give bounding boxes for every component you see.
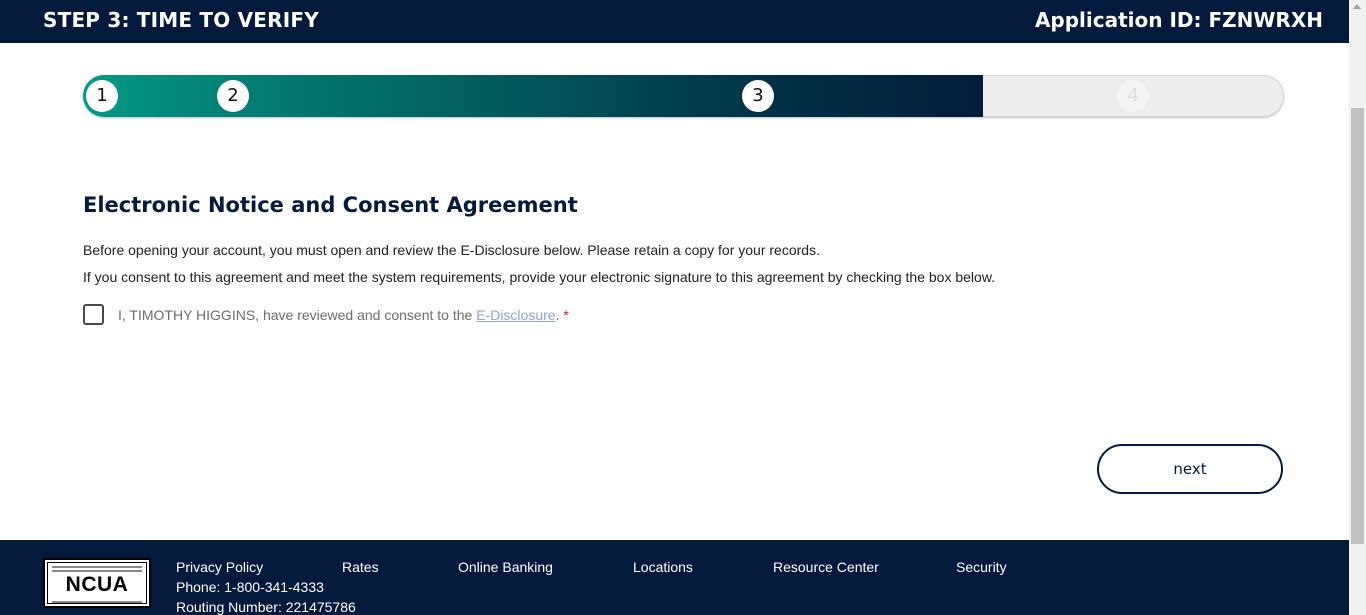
ncua-logo: NCUA bbox=[43, 558, 151, 608]
application-id: Application ID: FZNWRXH bbox=[1034, 8, 1323, 32]
step-title: STEP 3: TIME TO VERIFY bbox=[43, 8, 319, 32]
page-scrollbar[interactable] bbox=[1349, 0, 1366, 615]
top-header: STEP 3: TIME TO VERIFY Application ID: F… bbox=[0, 0, 1349, 43]
footer-link-locations[interactable]: Locations bbox=[633, 559, 693, 575]
e-disclosure-link[interactable]: E-Disclosure bbox=[476, 307, 555, 323]
progress-step-3: 3 bbox=[742, 80, 774, 112]
ncua-logo-text: NCUA bbox=[65, 573, 129, 596]
consent-row: I, TIMOTHY HIGGINS, have reviewed and co… bbox=[83, 304, 569, 325]
consent-label: I, TIMOTHY HIGGINS, have reviewed and co… bbox=[118, 307, 569, 323]
logo-fine-print-bottom bbox=[52, 601, 142, 603]
page-title: Electronic Notice and Consent Agreement bbox=[83, 193, 578, 217]
consent-prefix: I, TIMOTHY HIGGINS, have reviewed and co… bbox=[118, 306, 477, 323]
consent-suffix: . bbox=[555, 306, 560, 323]
logo-fine-print-top bbox=[52, 566, 142, 568]
consent-checkbox[interactable] bbox=[83, 304, 104, 325]
progress-step-2: 2 bbox=[217, 80, 249, 112]
footer-link-privacy-policy[interactable]: Privacy Policy bbox=[176, 559, 263, 575]
footer-link-resource-center[interactable]: Resource Center bbox=[773, 559, 879, 575]
progress-step-4: 4 bbox=[1117, 80, 1149, 112]
footer: NCUA Privacy Policy Rates Online Banking… bbox=[0, 540, 1349, 615]
instruction-paragraph-2: If you consent to this agreement and mee… bbox=[83, 269, 996, 285]
scrollbar-thumb[interactable] bbox=[1351, 108, 1364, 544]
footer-link-security[interactable]: Security bbox=[956, 559, 1007, 575]
scroll-up-arrow-icon[interactable] bbox=[1353, 4, 1361, 9]
progress-step-1: 1 bbox=[86, 80, 118, 112]
instruction-paragraph-1: Before opening your account, you must op… bbox=[83, 242, 820, 258]
next-button[interactable]: next bbox=[1097, 444, 1283, 494]
footer-phone: Phone: 1-800-341-4333 bbox=[176, 579, 324, 595]
footer-link-online-banking[interactable]: Online Banking bbox=[458, 559, 553, 575]
logo-fine-print-top-2 bbox=[52, 570, 142, 572]
progress-bar: 1 2 3 4 bbox=[83, 75, 1284, 117]
footer-routing-number: Routing Number: 221475786 bbox=[176, 599, 356, 615]
footer-link-rates[interactable]: Rates bbox=[342, 559, 379, 575]
required-marker: * bbox=[563, 306, 569, 323]
